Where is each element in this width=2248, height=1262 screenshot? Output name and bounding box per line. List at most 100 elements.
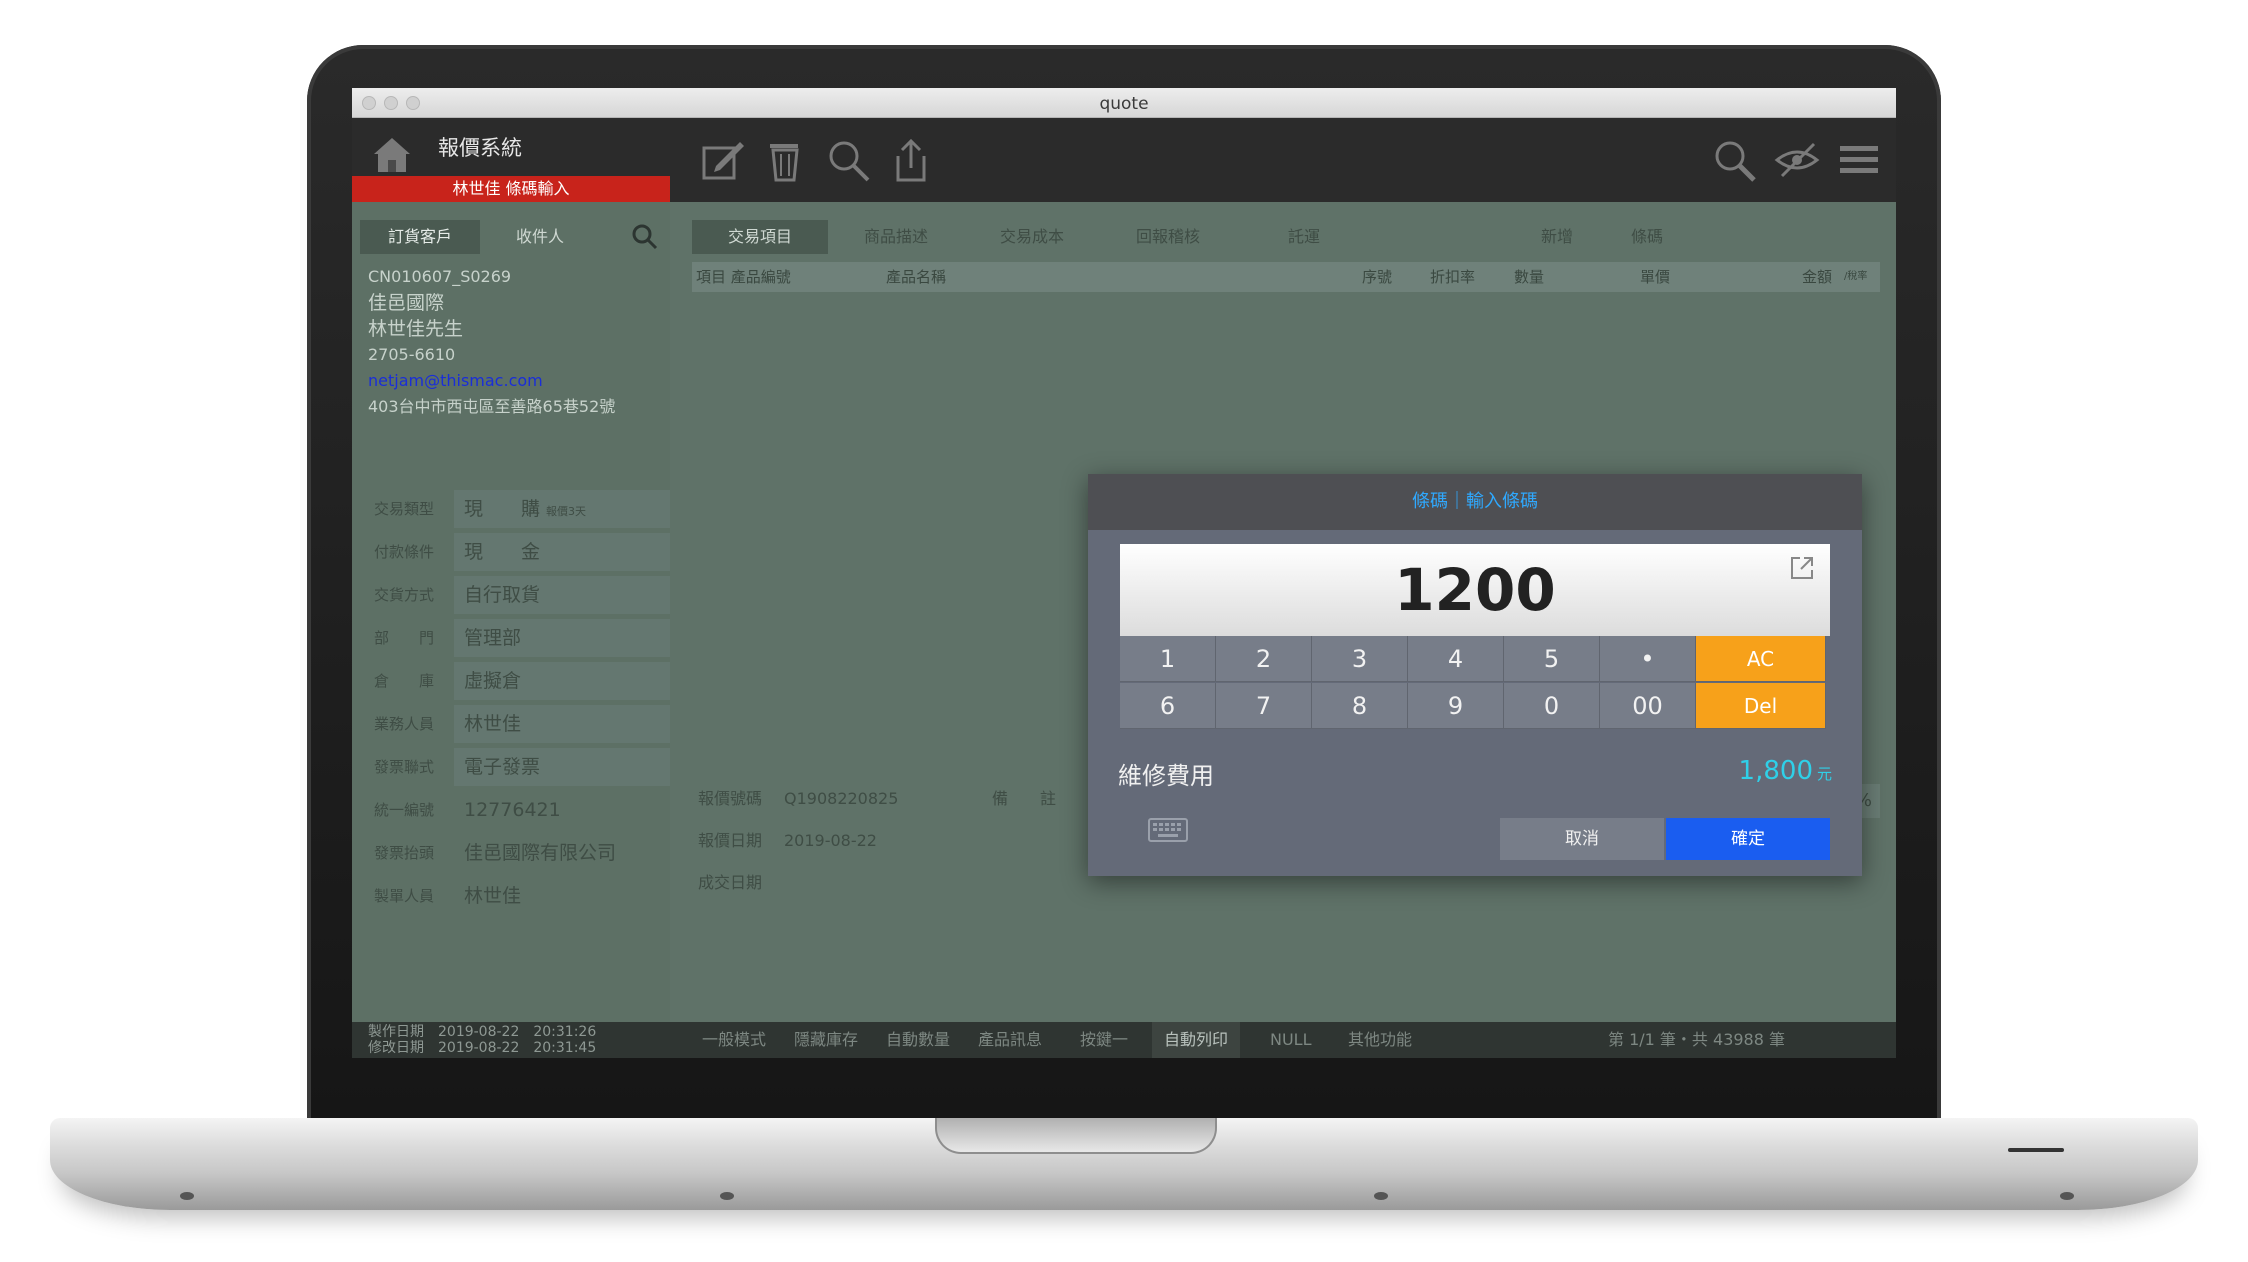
barcode-dialog: 條碼｜輸入條碼 1200 1 2 3 4 5 • AC 6 7 8 9 0 00… bbox=[1088, 474, 1862, 876]
brand: 報價系統 林世佳 條碼輸入 bbox=[352, 118, 670, 202]
user-mode-banner: 林世佳 條碼輸入 bbox=[352, 176, 670, 202]
toolbar: 報價系統 林世佳 條碼輸入 bbox=[352, 118, 1896, 202]
trash-icon[interactable] bbox=[762, 138, 808, 182]
field-delivery-method[interactable]: 交貨方式 自行取貨 bbox=[352, 576, 670, 614]
search-icon[interactable] bbox=[826, 138, 872, 182]
mode-null[interactable]: NULL bbox=[1270, 1022, 1312, 1058]
col-quantity: 數量 bbox=[1514, 268, 1545, 286]
field-salesperson[interactable]: 業務人員 林世佳 bbox=[352, 705, 670, 743]
share-icon[interactable] bbox=[888, 138, 934, 182]
search-icon[interactable] bbox=[1712, 138, 1758, 182]
barcode-button[interactable]: 條碼 bbox=[1602, 220, 1692, 254]
customer-info: CN010607_S0269 佳邑國際 林世佳先生 2705-6610 netj… bbox=[368, 264, 615, 420]
col-unit-price: 單價 bbox=[1640, 268, 1671, 286]
add-button[interactable]: 新增 bbox=[1512, 220, 1602, 254]
created-date: 製作日期 2019-08-22 20:31:26 bbox=[368, 1024, 597, 1040]
col-amount: 金額 bbox=[1802, 268, 1833, 286]
barcode-value: 1200 bbox=[1394, 556, 1556, 624]
col-tax-rate: /稅率 bbox=[1844, 271, 1868, 282]
hide-icon[interactable] bbox=[1774, 138, 1820, 182]
tab-audit[interactable]: 回報稽核 bbox=[1100, 220, 1236, 254]
customer-company: 佳邑國際 bbox=[368, 292, 445, 314]
items-table-header: 項目 產品編號 產品名稱 序號 折扣率 數量 單價 金額 /稅率 bbox=[692, 262, 1880, 292]
tab-shipping[interactable]: 託運 bbox=[1236, 220, 1372, 254]
key-8[interactable]: 8 bbox=[1312, 683, 1408, 729]
key-ac[interactable]: AC bbox=[1696, 636, 1826, 682]
field-department[interactable]: 部 門 管理部 bbox=[352, 619, 670, 657]
customer-panel: 訂貨客戶 收件人 CN010607_S0269 佳邑國際 林世佳先生 2705-… bbox=[352, 202, 670, 1022]
key-1[interactable]: 1 bbox=[1120, 636, 1216, 682]
key-9[interactable]: 9 bbox=[1408, 683, 1504, 729]
customer-contact: 林世佳先生 bbox=[368, 318, 464, 340]
key-6[interactable]: 6 bbox=[1120, 683, 1216, 729]
col-discount: 折扣率 bbox=[1430, 268, 1476, 286]
customer-email[interactable]: netjam@thismac.com bbox=[368, 368, 615, 394]
status-bar: 製作日期 2019-08-22 20:31:26 修改日期 2019-08-22… bbox=[352, 1022, 1896, 1058]
mode-auto-quantity[interactable]: 自動數量 bbox=[886, 1022, 950, 1058]
mode-hide-stock[interactable]: 隱藏庫存 bbox=[794, 1022, 858, 1058]
keyboard-icon[interactable] bbox=[1148, 818, 1188, 842]
field-invoice-title[interactable]: 發票抬頭 佳邑國際有限公司 bbox=[352, 834, 670, 872]
mode-other-functions[interactable]: 其他功能 bbox=[1348, 1022, 1412, 1058]
tab-trade-items[interactable]: 交易項目 bbox=[692, 220, 828, 254]
laptop-foot bbox=[1374, 1192, 1388, 1200]
window-title: quote bbox=[1099, 94, 1149, 114]
modified-date: 修改日期 2019-08-22 20:31:45 bbox=[368, 1040, 597, 1056]
mode-product-info[interactable]: 產品訊息 bbox=[978, 1022, 1042, 1058]
laptop-slot bbox=[2008, 1148, 2064, 1152]
title-bar: quote bbox=[352, 88, 1896, 118]
dialog-header: 條碼｜輸入條碼 bbox=[1088, 474, 1862, 530]
external-link-icon[interactable] bbox=[1788, 554, 1816, 582]
laptop-foot bbox=[2060, 1192, 2074, 1200]
field-invoice-type[interactable]: 發票聯式 電子發票 bbox=[352, 748, 670, 786]
col-item-code: 項目 產品編號 bbox=[696, 268, 791, 286]
item-name: 維修費用 bbox=[1118, 762, 1214, 790]
home-icon[interactable] bbox=[370, 134, 414, 174]
quote-no-value: Q1908220825 bbox=[784, 789, 899, 808]
field-payment-terms[interactable]: 付款條件 現 金 bbox=[352, 533, 670, 571]
quote-date-value: 2019-08-22 bbox=[784, 831, 877, 850]
record-count: 第 1/1 筆・共 43988 筆 bbox=[1608, 1030, 1785, 1049]
tab-product-description[interactable]: 商品描述 bbox=[828, 220, 964, 254]
deal-date-label: 成交日期 bbox=[698, 873, 763, 892]
dialog-title: 條碼｜輸入條碼 bbox=[1412, 491, 1538, 512]
field-trade-type[interactable]: 交易類型 現 購報價3天 bbox=[352, 490, 670, 528]
key-4[interactable]: 4 bbox=[1408, 636, 1504, 682]
laptop-notch bbox=[935, 1118, 1217, 1154]
customer-search-icon[interactable] bbox=[632, 224, 658, 250]
remark-label: 備 註 bbox=[992, 789, 1057, 808]
customer-address: 403台中市西屯區至善路65巷52號 bbox=[368, 397, 616, 416]
tab-trade-cost[interactable]: 交易成本 bbox=[964, 220, 1100, 254]
cancel-button[interactable]: 取消 bbox=[1500, 818, 1664, 860]
key-5[interactable]: 5 bbox=[1504, 636, 1600, 682]
customer-code: CN010607_S0269 bbox=[368, 267, 512, 286]
key-dot[interactable]: • bbox=[1600, 636, 1696, 682]
app-title: 報價系統 bbox=[438, 136, 522, 160]
key-2[interactable]: 2 bbox=[1216, 636, 1312, 682]
key-00[interactable]: 00 bbox=[1600, 683, 1696, 729]
item-price: 1,800 元 bbox=[1738, 756, 1832, 786]
mode-button-one[interactable]: 按鍵一 bbox=[1080, 1022, 1128, 1058]
key-7[interactable]: 7 bbox=[1216, 683, 1312, 729]
field-creator[interactable]: 製單人員 林世佳 bbox=[352, 877, 670, 915]
field-warehouse[interactable]: 倉 庫 虛擬倉 bbox=[352, 662, 670, 700]
key-0[interactable]: 0 bbox=[1504, 683, 1600, 729]
barcode-display[interactable]: 1200 bbox=[1120, 544, 1830, 636]
mode-auto-print[interactable]: 自動列印 bbox=[1152, 1022, 1241, 1058]
customer-phone: 2705-6610 bbox=[368, 345, 456, 364]
laptop-foot bbox=[720, 1192, 734, 1200]
col-product-name: 產品名稱 bbox=[886, 268, 947, 286]
edit-icon[interactable] bbox=[700, 138, 746, 182]
tab-order-customer[interactable]: 訂貨客戶 bbox=[360, 220, 480, 254]
mode-normal[interactable]: 一般模式 bbox=[702, 1022, 766, 1058]
tab-recipient[interactable]: 收件人 bbox=[480, 220, 600, 254]
col-serial: 序號 bbox=[1362, 268, 1393, 286]
app-window: quote 報價系統 林世佳 條碼輸入 訂貨客戶 收件人 CN010607_S0… bbox=[352, 88, 1896, 1058]
key-del[interactable]: Del bbox=[1696, 683, 1826, 729]
confirm-button[interactable]: 確定 bbox=[1666, 818, 1830, 860]
field-tax-id[interactable]: 統一編號 12776421 bbox=[352, 791, 670, 829]
key-3[interactable]: 3 bbox=[1312, 636, 1408, 682]
quote-no-label: 報價號碼 bbox=[698, 789, 763, 808]
laptop-foot bbox=[180, 1192, 194, 1200]
menu-icon[interactable] bbox=[1836, 138, 1882, 182]
